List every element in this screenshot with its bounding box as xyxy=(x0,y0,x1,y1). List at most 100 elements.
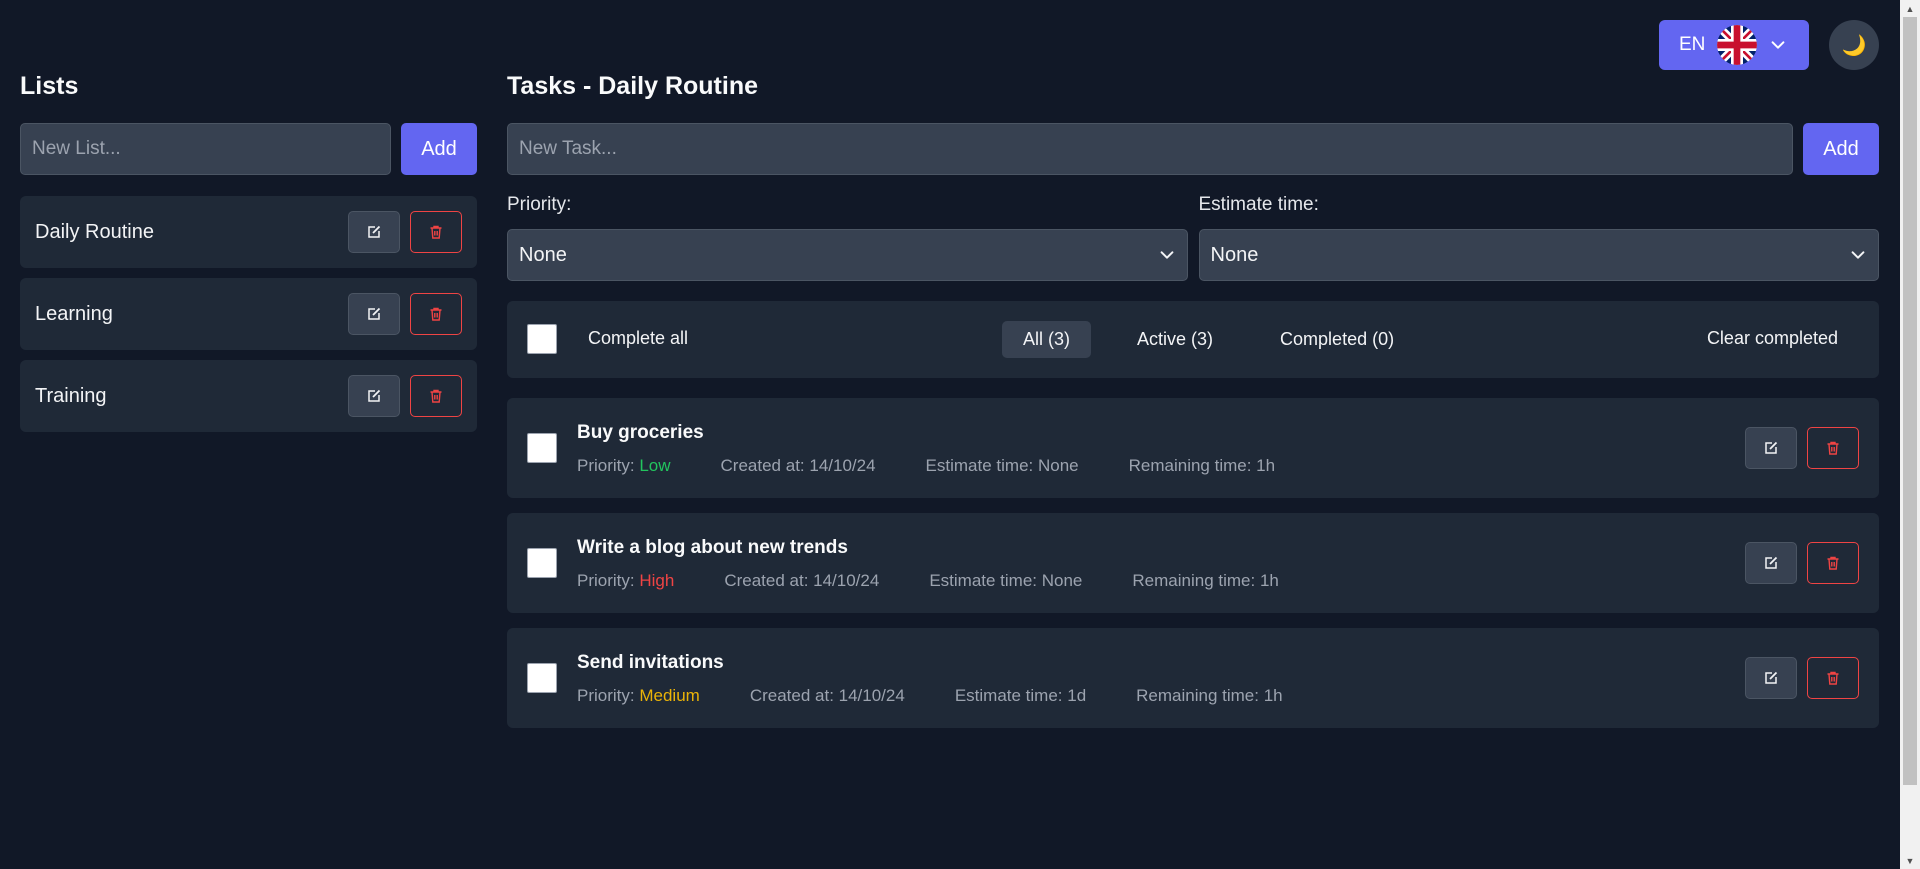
task-checkbox[interactable] xyxy=(527,548,557,578)
priority-value: Medium xyxy=(639,686,700,705)
task-options: Priority: None Estimate time: None xyxy=(507,194,1879,281)
edit-icon xyxy=(1765,671,1778,684)
tasks-panel: Tasks - Daily Routine Add Priority: None… xyxy=(507,72,1879,728)
task-estimate: Estimate time: None xyxy=(929,571,1083,590)
task-actions xyxy=(1745,657,1859,699)
edit-icon xyxy=(1765,556,1778,569)
language-code: EN xyxy=(1679,34,1706,55)
edit-task-button[interactable] xyxy=(1745,657,1797,699)
tab-all[interactable]: All (3) xyxy=(1002,321,1092,358)
priority-prefix: Priority: xyxy=(577,571,640,590)
task-item: Write a blog about new trends Priority: … xyxy=(507,513,1879,613)
task-item: Send invitations Priority: Medium Create… xyxy=(507,628,1879,728)
scroll-down-icon[interactable]: ▼ xyxy=(1900,852,1920,869)
delete-task-button[interactable] xyxy=(1807,542,1859,584)
trash-icon xyxy=(1827,556,1839,570)
task-meta: Priority: Low Created at: 14/10/24 Estim… xyxy=(577,456,1275,476)
edit-icon xyxy=(368,389,381,402)
task-priority: Priority: Low xyxy=(577,456,671,476)
language-selector[interactable]: EN xyxy=(1659,20,1809,70)
list-item-learning[interactable]: Learning xyxy=(20,278,477,350)
chevron-down-icon xyxy=(1772,41,1785,49)
task-created: Created at: 14/10/24 xyxy=(724,571,880,590)
task-toolbar: Complete all All (3) Active (3) Complete… xyxy=(507,301,1879,378)
edit-list-button[interactable] xyxy=(348,293,400,335)
estimate-select-value: None xyxy=(1210,243,1259,266)
trash-icon xyxy=(1827,671,1839,685)
list-item-actions xyxy=(348,375,462,417)
delete-list-button[interactable] xyxy=(410,375,462,417)
new-task-input[interactable] xyxy=(507,123,1793,175)
page-scrollbar[interactable]: ▲ ▼ xyxy=(1900,0,1920,869)
delete-task-button[interactable] xyxy=(1807,657,1859,699)
task-remaining: Remaining time: 1h xyxy=(1132,571,1279,590)
task-checkbox[interactable] xyxy=(527,663,557,693)
trash-icon xyxy=(1827,441,1839,455)
complete-all-checkbox[interactable] xyxy=(527,324,557,354)
new-task-form: Add xyxy=(507,123,1879,175)
edit-list-button[interactable] xyxy=(348,211,400,253)
tab-active[interactable]: Active (3) xyxy=(1116,321,1234,358)
list-item-name: Training xyxy=(35,384,107,407)
priority-select-value: None xyxy=(519,243,567,266)
tab-completed[interactable]: Completed (0) xyxy=(1259,321,1415,358)
task-meta: Priority: High Created at: 14/10/24 Esti… xyxy=(577,571,1279,591)
chevron-down-icon xyxy=(1160,251,1173,259)
delete-list-button[interactable] xyxy=(410,293,462,335)
task-priority: Priority: Medium xyxy=(577,686,700,706)
task-created: Created at: 14/10/24 xyxy=(720,456,876,475)
estimate-label: Estimate time: xyxy=(1198,194,1319,215)
edit-list-button[interactable] xyxy=(348,375,400,417)
filter-tabs: All (3) Active (3) Completed (0) xyxy=(1002,321,1415,358)
task-estimate: Estimate time: None xyxy=(925,456,1079,475)
clear-completed-button[interactable]: Clear completed xyxy=(1707,328,1838,349)
complete-all-label[interactable]: Complete all xyxy=(588,328,688,349)
chevron-down-icon xyxy=(1851,251,1865,259)
task-actions xyxy=(1745,542,1859,584)
task-meta: Priority: Medium Created at: 14/10/24 Es… xyxy=(577,686,1283,706)
edit-icon xyxy=(1765,441,1778,454)
priority-prefix: Priority: xyxy=(577,686,640,705)
uk-flag-icon xyxy=(1717,25,1758,65)
task-title: Write a blog about new trends xyxy=(577,537,848,558)
new-list-input[interactable] xyxy=(20,123,391,175)
task-title: Buy groceries xyxy=(577,422,704,443)
estimate-select[interactable]: None xyxy=(1198,229,1879,281)
estimate-group: Estimate time: None xyxy=(1198,194,1879,281)
scroll-up-icon[interactable]: ▲ xyxy=(1900,0,1920,17)
lists-title: Lists xyxy=(20,72,79,100)
priority-group: Priority: None xyxy=(507,194,1188,281)
list-item-actions xyxy=(348,293,462,335)
priority-value: Low xyxy=(639,456,671,475)
edit-icon xyxy=(368,225,381,238)
new-list-form: Add xyxy=(20,123,477,175)
tasks-title: Tasks - Daily Routine xyxy=(507,72,758,100)
scrollbar-thumb[interactable] xyxy=(1903,17,1917,785)
priority-label: Priority: xyxy=(507,194,572,215)
priority-prefix: Priority: xyxy=(577,456,640,475)
delete-list-button[interactable] xyxy=(410,211,462,253)
moon-icon: 🌙 xyxy=(1841,34,1867,57)
priority-select[interactable]: None xyxy=(507,229,1188,281)
task-remaining: Remaining time: 1h xyxy=(1136,686,1283,705)
delete-task-button[interactable] xyxy=(1807,427,1859,469)
edit-task-button[interactable] xyxy=(1745,542,1797,584)
task-priority: Priority: High xyxy=(577,571,674,591)
list-item-actions xyxy=(348,211,462,253)
add-list-button[interactable]: Add xyxy=(401,123,477,175)
task-title: Send invitations xyxy=(577,652,724,673)
list-item-name: Learning xyxy=(35,302,113,325)
task-created: Created at: 14/10/24 xyxy=(749,686,905,705)
edit-icon xyxy=(368,307,381,320)
list-item-daily-routine[interactable]: Daily Routine xyxy=(20,196,477,268)
trash-icon xyxy=(430,307,442,321)
list-item-name: Daily Routine xyxy=(35,220,154,243)
app-page: EN 🌙 Lists Add Daily Routine xyxy=(0,0,1920,869)
priority-value: High xyxy=(639,571,675,590)
edit-task-button[interactable] xyxy=(1745,427,1797,469)
add-task-button[interactable]: Add xyxy=(1803,123,1879,175)
list-item-training[interactable]: Training xyxy=(20,360,477,432)
theme-toggle-button[interactable]: 🌙 xyxy=(1829,20,1879,70)
task-checkbox[interactable] xyxy=(527,433,557,463)
task-estimate: Estimate time: 1d xyxy=(954,686,1087,705)
